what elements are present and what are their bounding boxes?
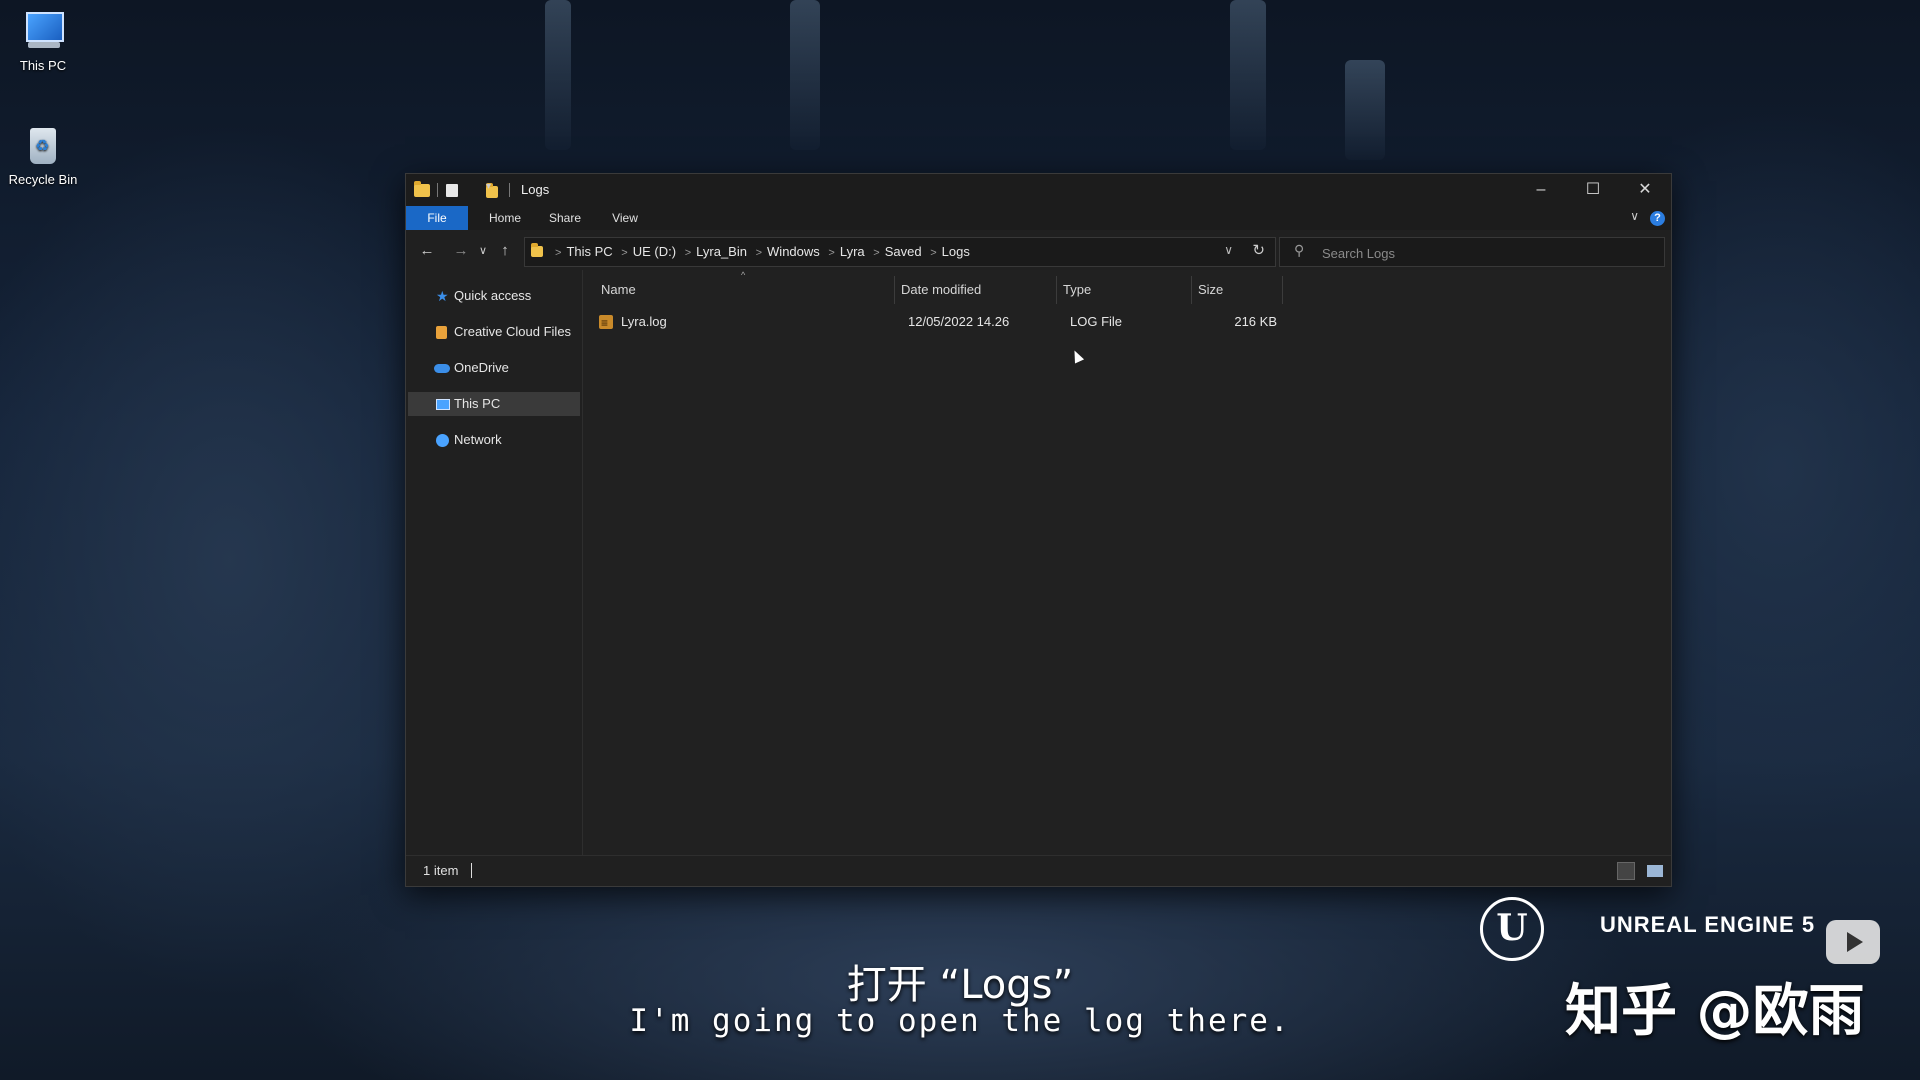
star-icon: ★ — [436, 288, 449, 304]
search-input[interactable] — [1320, 242, 1654, 264]
back-arrow-icon[interactable]: ← — [416, 240, 438, 262]
computer-icon — [436, 399, 450, 410]
window-title: Logs — [521, 182, 550, 197]
mouse-cursor-icon — [1069, 348, 1085, 364]
column-header-type[interactable]: Type — [1057, 276, 1192, 304]
tab-home[interactable]: Home — [480, 206, 530, 230]
background-pillar — [790, 0, 820, 150]
folder-icon — [531, 243, 543, 257]
nav-item-quick-access[interactable]: ★ Quick access — [408, 284, 580, 308]
recent-locations-icon[interactable]: ∨ — [472, 240, 494, 262]
cloud-icon — [434, 364, 450, 373]
customize-quick-access-icon[interactable]: ▾ — [486, 181, 491, 197]
breadcrumb-item[interactable]: Saved — [885, 244, 922, 259]
maximize-button[interactable]: ☐ — [1567, 174, 1619, 206]
desktop-icon-this-pc[interactable]: This PC — [0, 8, 86, 73]
expand-ribbon-icon[interactable]: ∨ — [1630, 209, 1639, 223]
table-row[interactable]: Lyra.log 12/05/2022 14.26 LOG File 216 K… — [599, 310, 1279, 335]
item-count: 1 item — [423, 863, 459, 878]
breadcrumb-item[interactable]: Lyra — [840, 244, 865, 259]
title-bar[interactable]: ▾ Logs – ☐ ✕ — [406, 174, 1671, 206]
refresh-icon[interactable]: ↻ — [1252, 241, 1265, 259]
folder-icon — [414, 181, 430, 197]
column-header-name[interactable]: Name — [595, 276, 895, 304]
address-bar[interactable]: > This PC > UE (D:) > Lyra_Bin > Windows > Ly… — [524, 237, 1276, 267]
search-box[interactable]: ⚲ — [1279, 237, 1665, 267]
file-explorer-window: ▾ Logs – ☐ ✕ File Home Share View ∨ ? ← … — [405, 173, 1672, 887]
column-header-date-modified[interactable]: Date modified — [895, 276, 1057, 304]
creative-cloud-icon — [436, 326, 447, 339]
desktop-icon-recycle-bin[interactable]: Recycle Bin — [0, 122, 86, 187]
file-name: Lyra.log — [621, 314, 667, 329]
status-bar: 1 item — [406, 855, 1671, 886]
nav-item-this-pc[interactable]: This PC — [408, 392, 580, 416]
file-date-modified: 12/05/2022 14.26 — [908, 314, 1010, 329]
recycle-bin-icon — [20, 122, 66, 168]
nav-item-onedrive[interactable]: OneDrive — [408, 356, 580, 380]
breadcrumb-item[interactable]: UE (D:) — [633, 244, 676, 259]
up-arrow-icon[interactable]: ↑ — [494, 240, 516, 262]
tab-view[interactable]: View — [600, 206, 650, 230]
navigation-pane: ★ Quick access Creative Cloud Files OneD… — [406, 270, 583, 856]
tab-share[interactable]: Share — [540, 206, 590, 230]
nav-item-creative-cloud-files[interactable]: Creative Cloud Files — [408, 320, 580, 344]
computer-icon — [20, 8, 66, 54]
properties-icon[interactable] — [446, 184, 458, 197]
background-pillar — [1345, 60, 1385, 160]
breadcrumb-item[interactable]: Lyra_Bin — [696, 244, 747, 259]
sort-ascending-icon: ^ — [741, 270, 746, 280]
tab-file[interactable]: File — [406, 206, 468, 230]
background-pillar — [1230, 0, 1266, 150]
nav-item-network[interactable]: Network — [408, 428, 580, 452]
search-icon: ⚲ — [1294, 242, 1305, 258]
ribbon-tabs: File Home Share View ∨ ? — [406, 206, 1671, 231]
desktop-icon-label: Recycle Bin — [8, 172, 78, 187]
log-file-icon — [599, 311, 613, 335]
network-icon — [436, 434, 449, 447]
breadcrumb-item[interactable]: This PC — [566, 244, 612, 259]
details-view-icon[interactable] — [1617, 862, 1635, 880]
breadcrumb-item[interactable]: Logs — [942, 244, 970, 259]
navigation-bar: ← → ∨ ↑ > This PC > UE (D:) > Lyra_Bin > Win… — [406, 230, 1671, 270]
background-pillar — [545, 0, 571, 150]
column-header-size[interactable]: Size — [1192, 276, 1283, 304]
address-dropdown-icon[interactable]: ∨ — [1224, 243, 1233, 257]
forward-arrow-icon[interactable]: → — [450, 240, 472, 262]
minimize-button[interactable]: – — [1515, 174, 1567, 206]
large-icons-view-icon[interactable] — [1647, 865, 1663, 877]
zhihu-watermark: 知乎 @欧雨 — [1565, 979, 1865, 1044]
close-button[interactable]: ✕ — [1619, 174, 1671, 206]
file-type: LOG File — [1070, 314, 1123, 329]
breadcrumb: > This PC > UE (D:) > Lyra_Bin > Windows > Ly… — [555, 244, 970, 259]
desktop-icon-label: This PC — [19, 58, 67, 73]
unreal-engine-logo-text: UNREAL ENGINE 5 — [1600, 912, 1816, 937]
help-icon[interactable]: ? — [1650, 211, 1665, 226]
file-list: Name ^ Date modified Type Size Lyra.log … — [583, 270, 1671, 856]
breadcrumb-item[interactable]: Windows — [767, 244, 820, 259]
file-size: 216 KB — [1234, 314, 1277, 329]
